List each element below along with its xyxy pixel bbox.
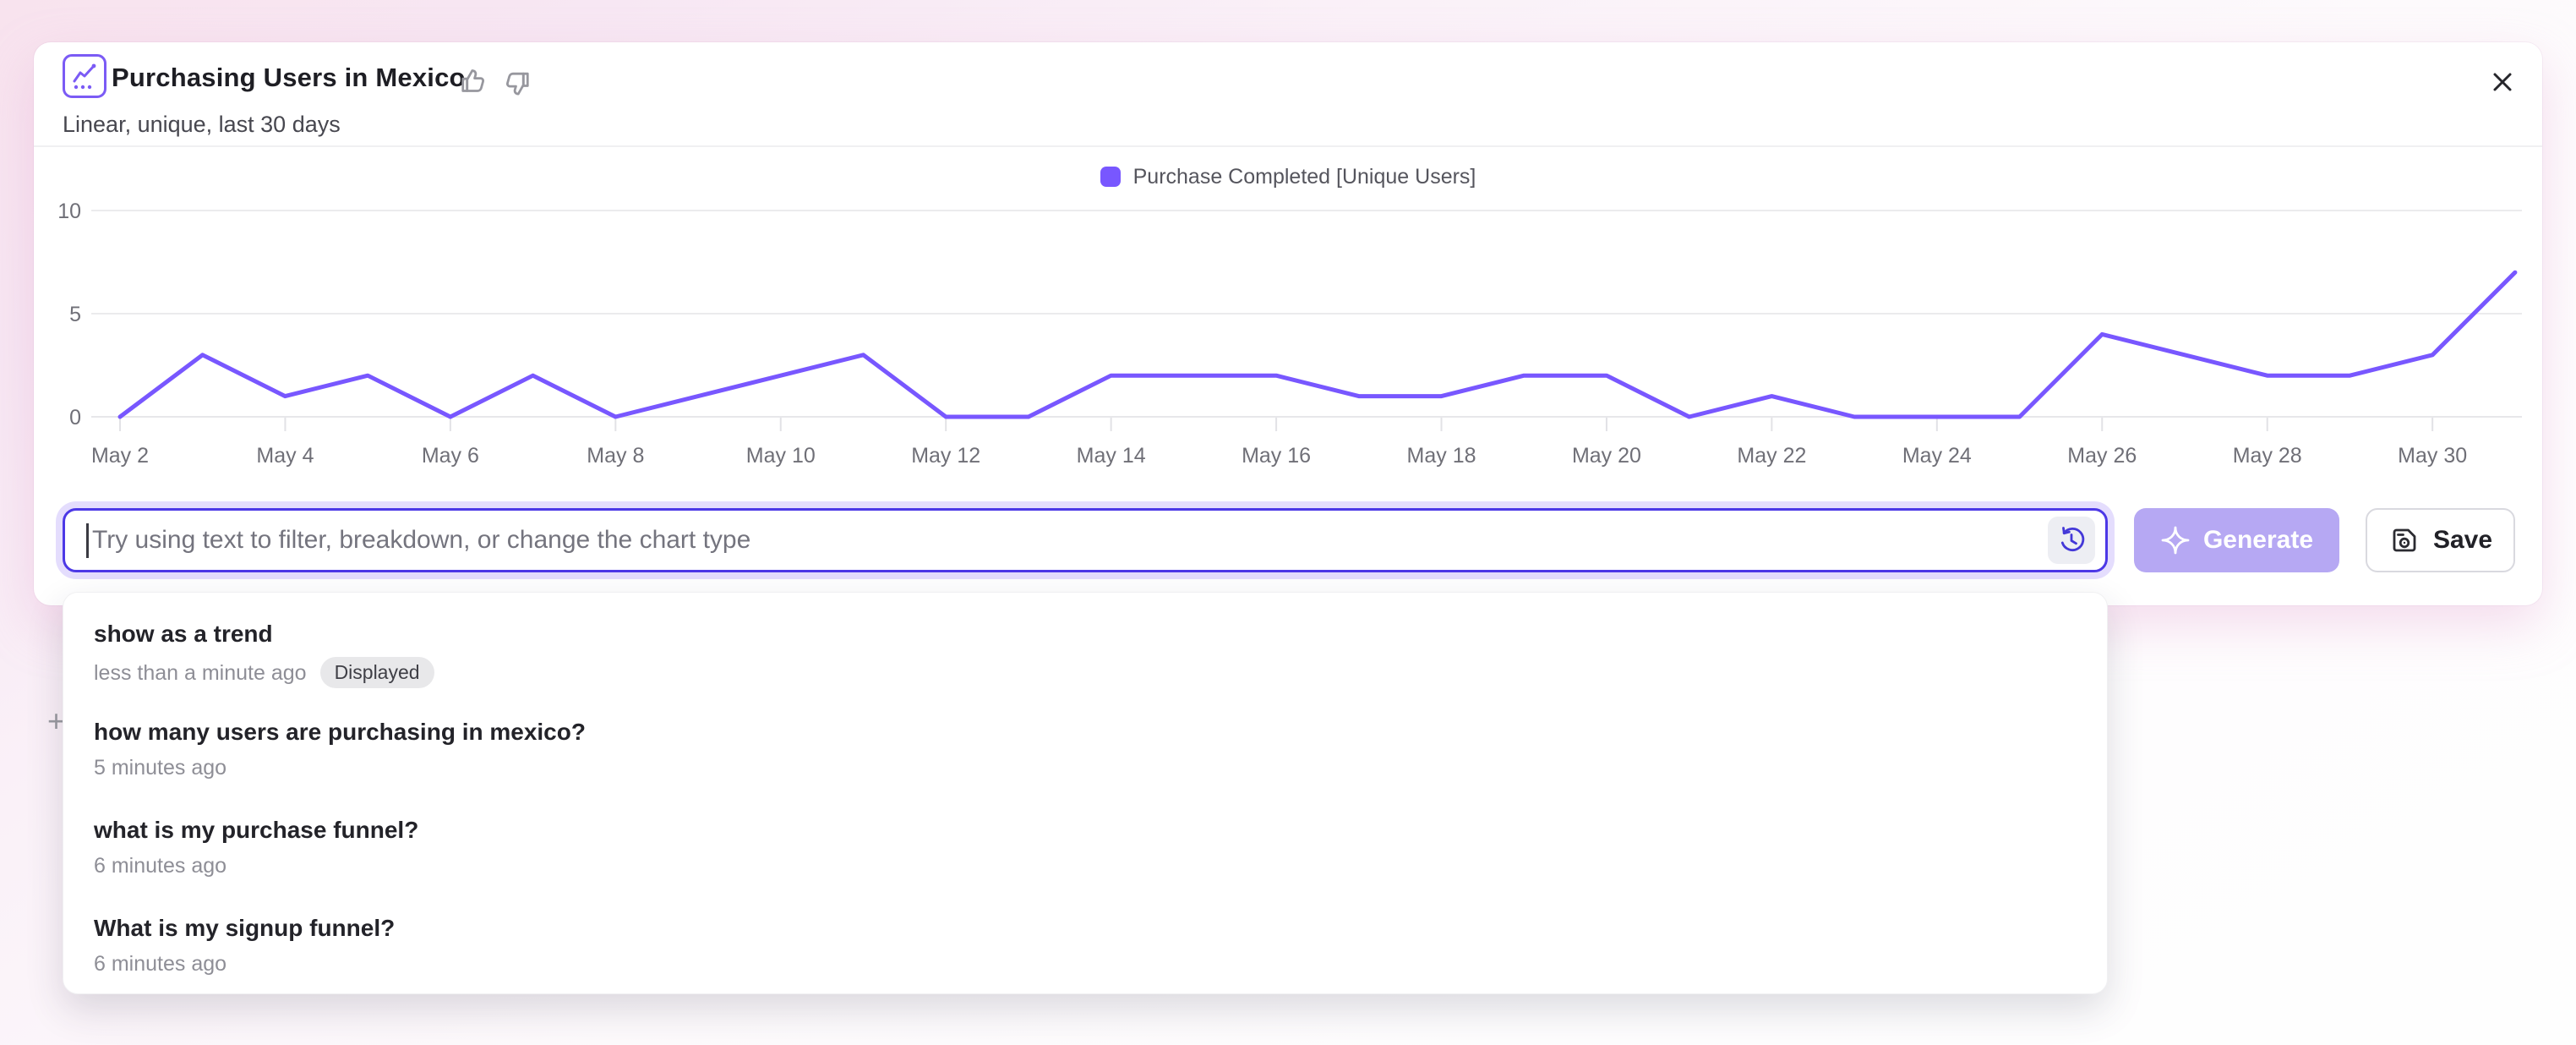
history-query: what is my purchase funnel?	[94, 816, 2077, 845]
history-query: how many users are purchasing in mexico?	[94, 718, 2077, 747]
ai-prompt-input[interactable]	[65, 511, 2105, 570]
ai-prompt-field	[63, 508, 2108, 572]
save-icon	[2388, 524, 2420, 556]
legend-swatch	[1100, 167, 1121, 187]
generate-label: Generate	[2203, 526, 2313, 555]
history-timestamp: 6 minutes ago	[94, 853, 226, 878]
header-divider	[34, 145, 2542, 147]
history-item[interactable]: how many users are purchasing in mexico?…	[63, 703, 2107, 801]
generate-button[interactable]: Generate	[2134, 508, 2339, 572]
history-timestamp: less than a minute ago	[94, 660, 307, 686]
displayed-badge: Displayed	[320, 657, 434, 688]
mixpanel-ai-chart-widget: { "header": { "title": "Purchasing Users…	[0, 0, 2576, 1045]
legend-label: Purchase Completed [Unique Users]	[1133, 165, 1476, 189]
thumbs-down-icon[interactable]	[499, 68, 534, 103]
page-title: Purchasing Users in Mexico	[112, 63, 466, 93]
history-meta-row: 6 minutes ago	[94, 951, 2077, 977]
prompt-history-dropdown: show as a trend less than a minute ago Dis…	[63, 592, 2108, 994]
history-item[interactable]: what is my purchase funnel? 6 minutes ago	[63, 801, 2107, 899]
text-caret	[86, 523, 89, 558]
thumbs-up-icon[interactable]	[456, 64, 492, 100]
history-query: show as a trend	[94, 620, 2077, 648]
history-meta-row: 5 minutes ago	[94, 755, 2077, 780]
sparkle-icon	[2160, 525, 2191, 555]
chart-subtitle: Linear, unique, last 30 days	[63, 112, 341, 138]
chart-legend: Purchase Completed [Unique Users]	[0, 162, 2576, 191]
history-meta-row: 6 minutes ago	[94, 853, 2077, 878]
close-icon[interactable]	[2485, 64, 2520, 100]
save-button[interactable]: Save	[2366, 508, 2515, 572]
insights-chart-glyph	[68, 60, 101, 92]
history-item[interactable]: What is my signup funnel? 6 minutes ago	[63, 899, 2107, 994]
save-label: Save	[2433, 526, 2492, 555]
history-timestamp: 6 minutes ago	[94, 951, 226, 977]
history-icon[interactable]	[2048, 517, 2095, 564]
history-meta-row: less than a minute ago Displayed	[94, 657, 2077, 688]
history-timestamp: 5 minutes ago	[94, 755, 226, 780]
history-query: What is my signup funnel?	[94, 914, 2077, 943]
insights-chart-icon	[63, 54, 106, 98]
history-item[interactable]: show as a trend less than a minute ago Dis…	[63, 605, 2107, 703]
